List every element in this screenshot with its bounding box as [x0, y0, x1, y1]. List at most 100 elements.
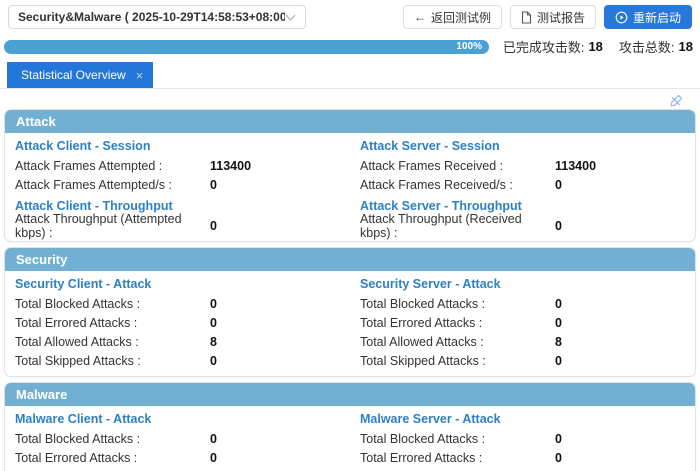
snapshot-icon[interactable] — [669, 93, 684, 107]
stat-value: 0 — [555, 432, 562, 446]
stat-label: Attack Frames Received : — [360, 159, 555, 173]
stat-column: Malware Server - AttackTotal Blocked Att… — [350, 407, 695, 471]
section-title: Attack — [5, 110, 695, 133]
stat-row: Attack Frames Received :113400 — [360, 156, 685, 175]
stat-label: Total Blocked Attacks : — [15, 432, 210, 446]
stat-column: Attack Client - SessionAttack Frames Att… — [5, 134, 350, 235]
stat-value: 0 — [210, 316, 217, 330]
stat-row: Total Blocked Attacks :0 — [15, 294, 340, 313]
stat-label: Total Skipped Attacks : — [15, 354, 210, 368]
stat-column: Attack Server - SessionAttack Frames Rec… — [350, 134, 695, 235]
section-panel-malware: MalwareMalware Client - AttackTotal Bloc… — [4, 382, 696, 471]
stat-value: 113400 — [555, 159, 596, 173]
stat-column: Security Client - AttackTotal Blocked At… — [5, 272, 350, 370]
stat-value: 113400 — [210, 159, 251, 173]
stat-label: Attack Throughput (Received kbps) : — [360, 212, 555, 240]
progress-row: 100% 已完成攻击数: 18 攻击总数: 18 — [4, 37, 696, 56]
stat-label: Attack Frames Received/s : — [360, 178, 555, 192]
tab-statistical-overview[interactable]: Statistical Overview × — [7, 62, 153, 88]
stat-group-title: Security Client - Attack — [15, 272, 340, 294]
tab-label: Statistical Overview — [21, 68, 126, 82]
attack-counters: 已完成攻击数: 18 攻击总数: 18 — [503, 37, 696, 56]
stat-value: 0 — [210, 297, 217, 311]
total-attacks-value: 18 — [679, 39, 693, 54]
report-button-label: 测试报告 — [537, 9, 585, 26]
stat-value: 0 — [555, 451, 562, 465]
play-circle-icon — [615, 11, 628, 24]
stat-row: Attack Frames Received/s :0 — [360, 175, 685, 194]
stat-label: Total Skipped Attacks : — [360, 354, 555, 368]
total-attacks-label: 攻击总数: — [619, 37, 675, 56]
statistics-sections: AttackAttack Client - SessionAttack Fram… — [4, 109, 696, 471]
chevron-down-icon — [285, 14, 296, 21]
back-button-label: 返回测试例 — [431, 9, 491, 26]
stat-row: Total Allowed Attacks :10 — [15, 467, 340, 471]
tab-close-icon[interactable]: × — [136, 69, 144, 82]
section-panel-attack: AttackAttack Client - SessionAttack Fram… — [4, 109, 696, 242]
stat-value: 0 — [555, 219, 562, 233]
stat-row: Total Allowed Attacks :10 — [360, 467, 685, 471]
restart-button[interactable]: 重新启动 — [604, 5, 692, 29]
stat-value: 0 — [210, 354, 217, 368]
stat-row: Total Errored Attacks :0 — [360, 313, 685, 332]
progress-bar: 100% — [4, 40, 489, 54]
stat-group-title: Security Server - Attack — [360, 272, 685, 294]
stat-row: Total Blocked Attacks :0 — [360, 294, 685, 313]
stat-label: Attack Throughput (Attempted kbps) : — [15, 212, 210, 240]
restart-button-label: 重新启动 — [633, 9, 681, 26]
stat-label: Total Errored Attacks : — [15, 316, 210, 330]
stat-row: Total Allowed Attacks :8 — [360, 332, 685, 351]
progress-percent-label: 100% — [456, 42, 482, 52]
test-case-select[interactable]: Security&Malware ( 2025-10-29T14:58:53+0… — [8, 5, 306, 29]
section-panel-security: SecuritySecurity Client - AttackTotal Bl… — [4, 247, 696, 377]
stat-row: Attack Throughput (Attempted kbps) :0 — [15, 216, 340, 235]
topbar: Security&Malware ( 2025-10-29T14:58:53+0… — [0, 0, 700, 32]
stat-row: Total Blocked Attacks :0 — [360, 429, 685, 448]
stat-value: 0 — [210, 451, 217, 465]
stat-label: Attack Frames Attempted : — [15, 159, 210, 173]
stat-column: Security Server - AttackTotal Blocked At… — [350, 272, 695, 370]
stat-label: Total Blocked Attacks : — [360, 432, 555, 446]
tab-bar: Statistical Overview × — [0, 62, 700, 89]
stat-row: Total Skipped Attacks :0 — [15, 351, 340, 370]
stat-label: Attack Frames Attempted/s : — [15, 178, 210, 192]
stat-value: 0 — [210, 219, 217, 233]
section-body: Attack Client - SessionAttack Frames Att… — [5, 133, 695, 241]
stat-value: 8 — [210, 335, 217, 349]
stat-value: 0 — [555, 297, 562, 311]
stat-label: Total Errored Attacks : — [15, 451, 210, 465]
stat-label: Total Allowed Attacks : — [360, 335, 555, 349]
completed-attacks-value: 18 — [588, 39, 602, 54]
stat-label: Total Blocked Attacks : — [360, 297, 555, 311]
stat-row: Total Skipped Attacks :0 — [360, 351, 685, 370]
content-toolbar — [4, 91, 696, 109]
section-body: Malware Client - AttackTotal Blocked Att… — [5, 406, 695, 471]
back-to-testcase-button[interactable]: ← 返回测试例 — [403, 5, 502, 29]
stat-group-title: Attack Server - Session — [360, 134, 685, 156]
stat-row: Attack Frames Attempted/s :0 — [15, 175, 340, 194]
stat-label: Total Allowed Attacks : — [15, 335, 210, 349]
document-icon — [521, 11, 532, 24]
stat-row: Total Errored Attacks :0 — [360, 448, 685, 467]
stat-row: Total Blocked Attacks :0 — [15, 429, 340, 448]
stat-value: 0 — [555, 354, 562, 368]
stat-group-title: Malware Client - Attack — [15, 407, 340, 429]
stat-value: 0 — [210, 178, 217, 192]
stat-row: Total Errored Attacks :0 — [15, 313, 340, 332]
stat-column: Malware Client - AttackTotal Blocked Att… — [5, 407, 350, 471]
test-report-button[interactable]: 测试报告 — [510, 5, 596, 29]
section-body: Security Client - AttackTotal Blocked At… — [5, 271, 695, 376]
stat-label: Total Errored Attacks : — [360, 316, 555, 330]
test-case-select-value: Security&Malware ( 2025-10-29T14:58:53+0… — [18, 10, 285, 24]
content: AttackAttack Client - SessionAttack Fram… — [0, 89, 700, 471]
arrow-left-icon: ← — [414, 11, 426, 23]
stat-label: Total Blocked Attacks : — [15, 297, 210, 311]
stat-value: 8 — [555, 335, 562, 349]
stat-row: Total Errored Attacks :0 — [15, 448, 340, 467]
stat-group-title: Malware Server - Attack — [360, 407, 685, 429]
stat-value: 0 — [555, 316, 562, 330]
stat-value: 0 — [210, 432, 217, 446]
stat-row: Attack Frames Attempted :113400 — [15, 156, 340, 175]
stat-row: Attack Throughput (Received kbps) :0 — [360, 216, 685, 235]
stat-row: Total Allowed Attacks :8 — [15, 332, 340, 351]
